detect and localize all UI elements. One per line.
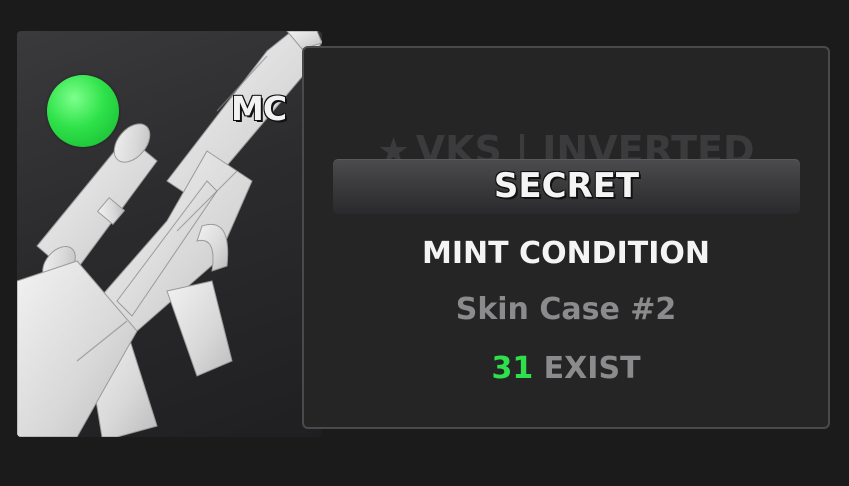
exist-count-number: 31: [491, 351, 534, 386]
condition-label: MINT CONDITION: [422, 236, 710, 271]
item-inspect-screen: MC ★ VKS | INVERTED SECRET MINT CONDITION…: [0, 0, 849, 486]
item-preview-card[interactable]: MC: [17, 31, 322, 437]
status-indicator-dot: [47, 75, 119, 147]
rarity-banner: SECRET: [333, 159, 800, 214]
exist-count-line: 31 EXIST: [302, 351, 830, 386]
case-name-label: Skin Case #2: [455, 292, 677, 327]
condition-short-label: MC: [231, 89, 287, 128]
rarity-label: SECRET: [493, 166, 640, 206]
exist-count-label: EXIST: [543, 351, 641, 386]
